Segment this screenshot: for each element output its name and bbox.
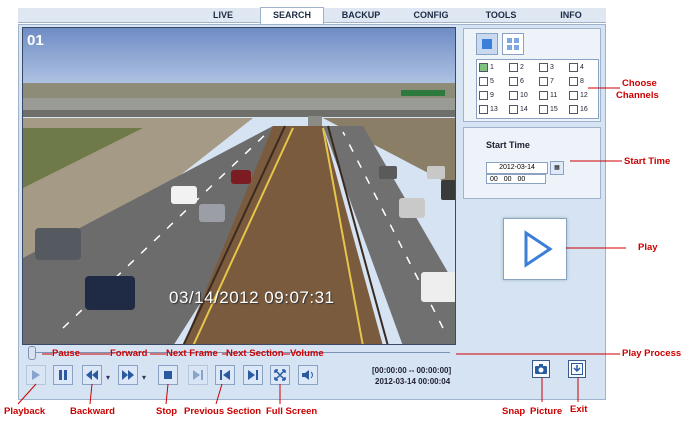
annotation-picture: Picture: [530, 406, 563, 417]
annotation-play: Play: [638, 242, 658, 253]
annotation-forward: Forward: [110, 348, 148, 359]
annotation-exit: Exit: [570, 404, 588, 415]
annotation-channels: Channels: [616, 90, 659, 101]
annotation-playback: Playback: [4, 406, 46, 417]
annotation-lines: [17, 87, 626, 405]
annotation-snap: Snap: [502, 406, 526, 417]
annotation-previous-section: Previous Section: [184, 406, 262, 417]
annotation-volume: Volume: [290, 348, 324, 359]
annotation-pause: Pause: [52, 348, 80, 359]
annotation-play-process: Play Process: [622, 348, 682, 359]
annotation-next-frame: Next Frame: [166, 348, 218, 359]
annotation-backward: Backward: [70, 406, 115, 417]
annotation-next-section: Next Section: [226, 348, 284, 359]
annotation-stop: Stop: [156, 406, 178, 417]
annotation-full-screen: Full Screen: [266, 406, 318, 417]
annotation-choose: Choose: [622, 78, 657, 89]
annotation-start-time: Start Time: [624, 156, 671, 167]
